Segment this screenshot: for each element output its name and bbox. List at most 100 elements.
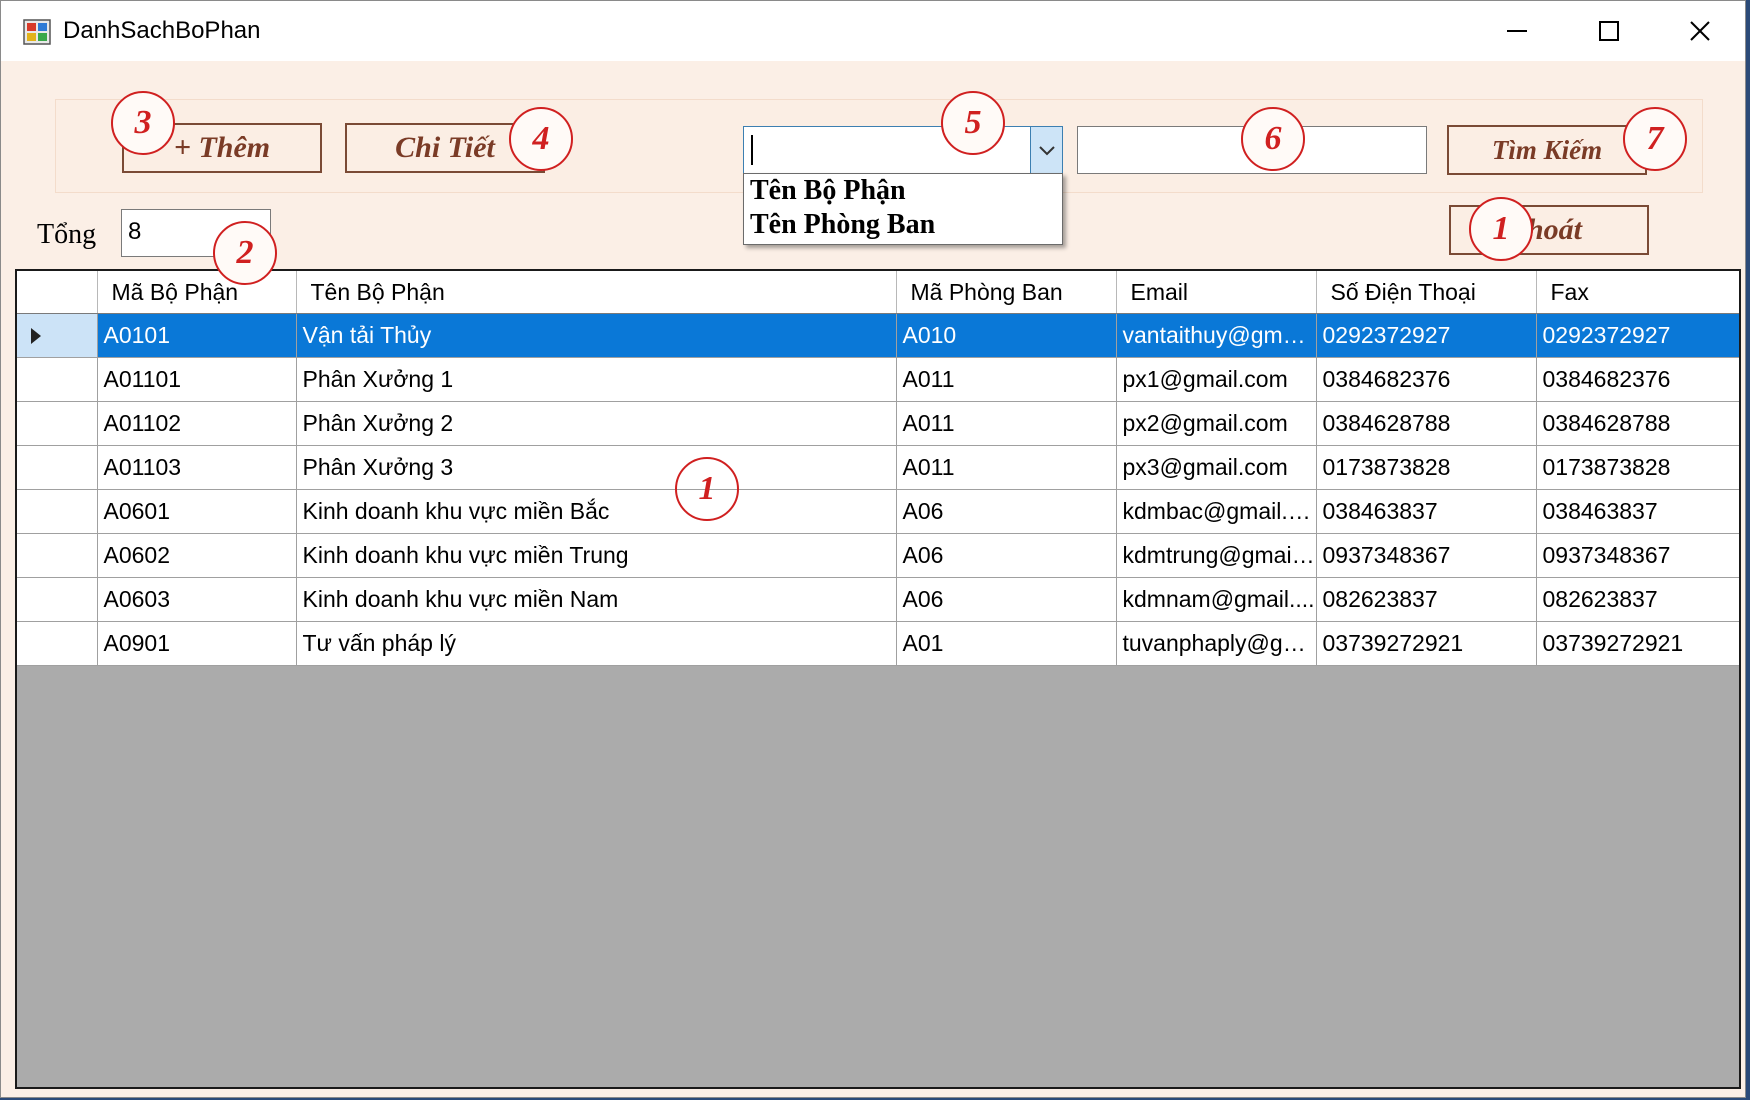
column-header-email[interactable]: Email [1116,271,1317,314]
cell-ten-bo-phan[interactable]: Kinh doanh khu vực miền Nam [296,577,897,622]
table-row[interactable]: A01103 Phân Xưởng 3 A011 px3@gmail.com 0… [17,445,1739,490]
row-header[interactable] [17,577,98,622]
chevron-down-icon [1039,146,1055,156]
minimize-icon [1507,30,1527,32]
row-header-corner [17,271,98,314]
cell-so-dien-thoai[interactable]: 0384628788 [1316,401,1537,446]
maximize-icon [1599,21,1619,41]
cell-fax[interactable]: 0292372927 [1536,313,1739,358]
cell-ten-bo-phan[interactable]: Phân Xưởng 1 [296,357,897,402]
cell-fax[interactable]: 082623837 [1536,577,1739,622]
row-header[interactable] [17,489,98,534]
dropdown-option-ten-phong-ban[interactable]: Tên Phòng Ban [744,208,1062,242]
cell-ma-phong-ban[interactable]: A011 [896,445,1117,490]
column-header-so-dien-thoai[interactable]: Số Điện Thoại [1316,271,1537,314]
close-icon [1690,21,1710,41]
cell-email[interactable]: px2@gmail.com [1116,401,1317,446]
search-field-dropdown: Tên Bộ Phận Tên Phòng Ban [743,173,1063,245]
annotation-badge-total: 2 [213,221,277,285]
table-row[interactable]: A0602 Kinh doanh khu vực miền Trung A06 … [17,533,1739,578]
table-row[interactable]: A0601 Kinh doanh khu vực miền Bắc A06 kd… [17,489,1739,534]
cell-email[interactable]: vantaithuy@gmai... [1116,313,1317,358]
cell-email[interactable]: kdmnam@gmail.... [1116,577,1317,622]
cell-fax[interactable]: 0937348367 [1536,533,1739,578]
cell-ma-bo-phan[interactable]: A0602 [97,533,297,578]
cell-ma-bo-phan[interactable]: A01103 [97,445,297,490]
cell-ma-phong-ban[interactable]: A011 [896,357,1117,402]
annotation-badge-detail: 4 [509,107,573,171]
cell-ma-bo-phan[interactable]: A0603 [97,577,297,622]
row-header[interactable] [17,313,98,358]
cell-email[interactable]: tuvanphaply@gm... [1116,621,1317,666]
cell-ma-bo-phan[interactable]: A0601 [97,489,297,534]
cell-so-dien-thoai[interactable]: 082623837 [1316,577,1537,622]
cell-fax[interactable]: 0173873828 [1536,445,1739,490]
table-row[interactable]: A0101 Vận tải Thủy A010 vantaithuy@gmai.… [17,313,1739,358]
cell-email[interactable]: kdmbac@gmail.c... [1116,489,1317,534]
cell-ma-phong-ban[interactable]: A06 [896,577,1117,622]
cell-so-dien-thoai[interactable]: 0292372927 [1316,313,1537,358]
cell-so-dien-thoai[interactable]: 0384682376 [1316,357,1537,402]
app-icon [23,19,51,45]
close-button[interactable] [1655,1,1745,61]
cell-ma-phong-ban[interactable]: A06 [896,489,1117,534]
minimize-button[interactable] [1471,1,1561,61]
cell-email[interactable]: kdmtrung@gmail.... [1116,533,1317,578]
row-header[interactable] [17,445,98,490]
cell-so-dien-thoai[interactable]: 0173873828 [1316,445,1537,490]
department-table: Mã Bộ Phận Tên Bộ Phận Mã Phòng Ban Emai… [17,271,1739,666]
cell-email[interactable]: px3@gmail.com [1116,445,1317,490]
table-row[interactable]: A01102 Phân Xưởng 2 A011 px2@gmail.com 0… [17,401,1739,446]
annotation-badge-search-button: 7 [1623,107,1687,171]
cell-ma-phong-ban[interactable]: A010 [896,313,1117,358]
annotation-badge-search-input: 6 [1241,107,1305,171]
cell-ten-bo-phan[interactable]: Tư vấn pháp lý [296,621,897,666]
table-row[interactable]: A0603 Kinh doanh khu vực miền Nam A06 kd… [17,577,1739,622]
combo-dropdown-button[interactable] [1030,127,1062,173]
row-header[interactable] [17,533,98,578]
annotation-badge-grid: 1 [675,457,739,521]
cell-ma-bo-phan[interactable]: A01102 [97,401,297,446]
table-header-row: Mã Bộ Phận Tên Bộ Phận Mã Phòng Ban Emai… [17,271,1739,314]
cell-ma-phong-ban[interactable]: A06 [896,533,1117,578]
column-header-fax[interactable]: Fax [1536,271,1739,314]
row-header[interactable] [17,357,98,402]
cell-ten-bo-phan[interactable]: Phân Xưởng 2 [296,401,897,446]
annotation-badge-combo: 5 [941,91,1005,155]
cell-ma-phong-ban[interactable]: A01 [896,621,1117,666]
cell-ten-bo-phan[interactable]: Kinh doanh khu vực miền Bắc [296,489,897,534]
cell-so-dien-thoai[interactable]: 038463837 [1316,489,1537,534]
cell-so-dien-thoai[interactable]: 0937348367 [1316,533,1537,578]
cell-ma-bo-phan[interactable]: A0101 [97,313,297,358]
column-header-ten-bo-phan[interactable]: Tên Bộ Phận [296,271,897,314]
maximize-button[interactable] [1563,1,1653,61]
search-button[interactable]: Tìm Kiếm [1447,125,1647,175]
cell-ma-phong-ban[interactable]: A011 [896,401,1117,446]
table-row[interactable]: A01101 Phân Xưởng 1 A011 px1@gmail.com 0… [17,357,1739,402]
cell-ma-bo-phan[interactable]: A01101 [97,357,297,402]
cell-fax[interactable]: 0384628788 [1536,401,1739,446]
cell-ten-bo-phan[interactable]: Kinh doanh khu vực miền Trung [296,533,897,578]
cell-fax[interactable]: 03739272921 [1536,621,1739,666]
table-row[interactable]: A0901 Tư vấn pháp lý A01 tuvanphaply@gm.… [17,621,1739,666]
annotation-badge-add: 3 [111,91,175,155]
cell-fax[interactable]: 0384682376 [1536,357,1739,402]
title-bar[interactable]: DanhSachBoPhan [1,1,1745,61]
dropdown-option-ten-bo-phan[interactable]: Tên Bộ Phận [744,174,1062,208]
column-header-ma-phong-ban[interactable]: Mã Phòng Ban [896,271,1117,314]
department-grid[interactable]: Mã Bộ Phận Tên Bộ Phận Mã Phòng Ban Emai… [15,269,1741,1089]
cell-ten-bo-phan[interactable]: Vận tải Thủy [296,313,897,358]
cell-ten-bo-phan[interactable]: Phân Xưởng 3 [296,445,897,490]
row-header[interactable] [17,401,98,446]
total-label: Tổng [37,219,97,250]
search-field-combo[interactable] [743,126,1063,174]
row-header[interactable] [17,621,98,666]
main-window: DanhSachBoPhan + Thêm Chi Tiết Tên Bộ Ph… [0,0,1746,1098]
row-pointer-icon [31,328,41,344]
window-title: DanhSachBoPhan [63,17,261,44]
column-header-ma-bo-phan[interactable]: Mã Bộ Phận [97,271,297,314]
cell-email[interactable]: px1@gmail.com [1116,357,1317,402]
cell-fax[interactable]: 038463837 [1536,489,1739,534]
cell-ma-bo-phan[interactable]: A0901 [97,621,297,666]
cell-so-dien-thoai[interactable]: 03739272921 [1316,621,1537,666]
